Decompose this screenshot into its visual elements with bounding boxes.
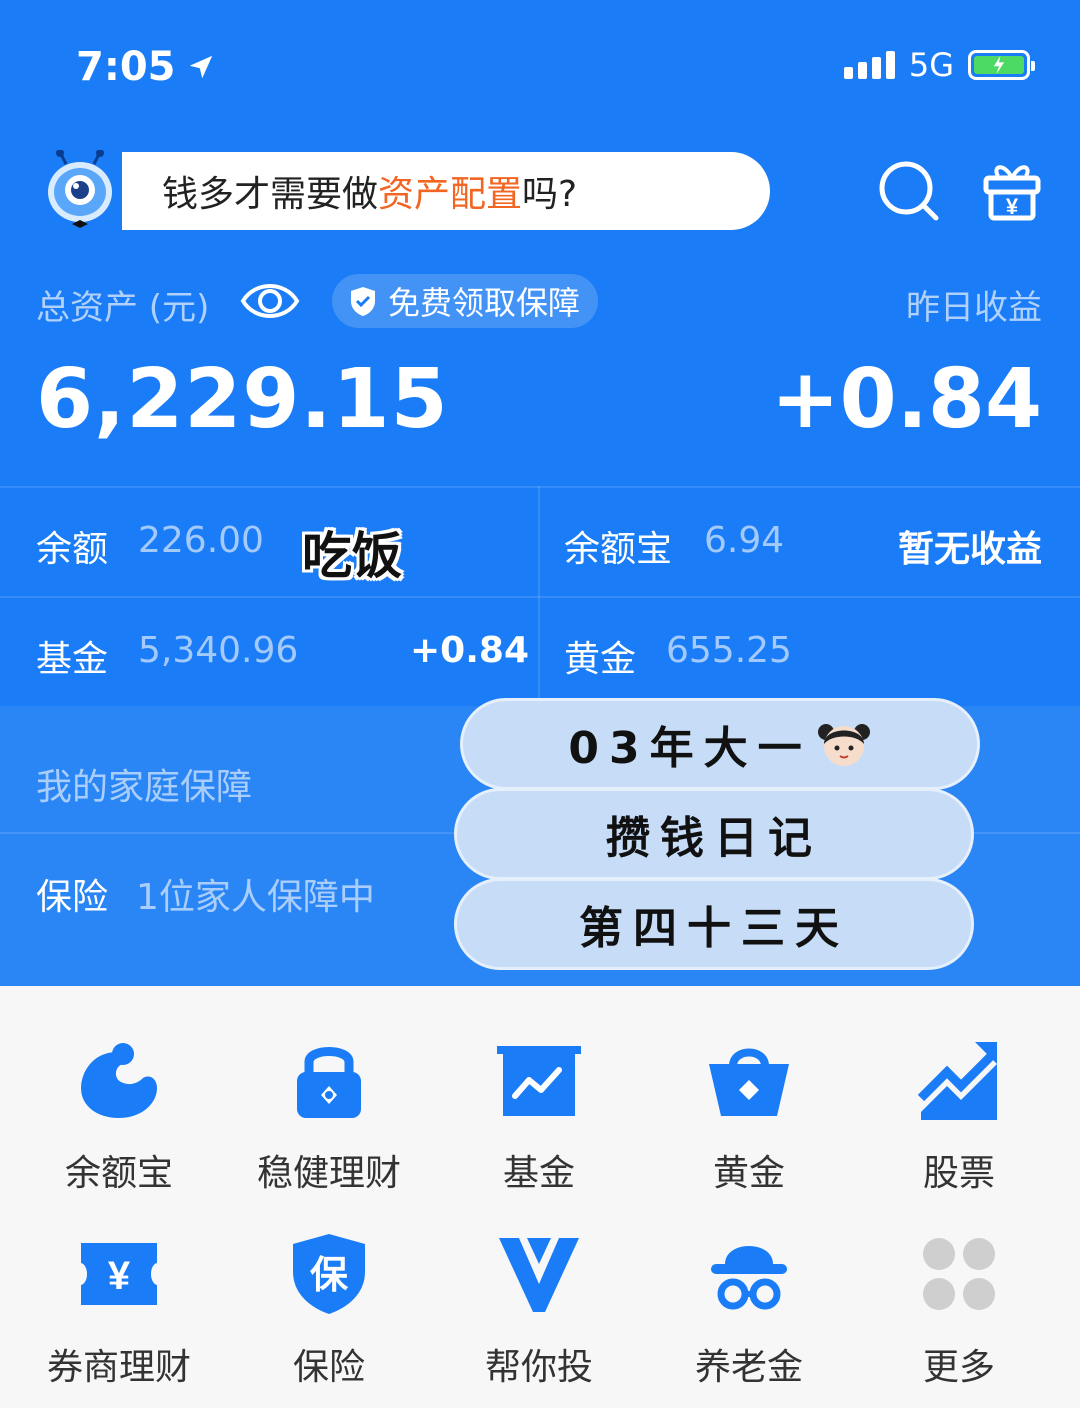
location-arrow-icon xyxy=(189,55,212,79)
total-assets-label: 总资产 (元) xyxy=(36,288,210,328)
balance-label: 余额 xyxy=(36,529,109,570)
search-icon[interactable] xyxy=(876,158,940,222)
status-time: 7:05 xyxy=(76,44,216,90)
shield-check-icon xyxy=(351,287,375,316)
menu-item-more[interactable]: 更多 xyxy=(854,1224,1064,1390)
diary-sticker-line3: 第四十三天 xyxy=(454,878,974,970)
fund-change: +0.84 xyxy=(410,630,529,671)
promo-text-suffix: 吗? xyxy=(522,174,578,215)
gold-value: 655.25 xyxy=(666,630,792,671)
menu-label: 帮你投 xyxy=(484,1347,593,1388)
menu-label: 股票 xyxy=(922,1153,995,1194)
signal-icon xyxy=(843,51,895,79)
divider xyxy=(0,486,1080,488)
balance-value: 226.00 xyxy=(138,520,264,561)
svg-text:¥: ¥ xyxy=(1006,194,1019,219)
menu-label: 余额宝 xyxy=(64,1153,173,1194)
diary-sticker-line2: 攒钱日记 xyxy=(454,788,974,880)
menu-item-broker-finance[interactable]: ¥ 券商理财 xyxy=(14,1224,224,1390)
status-indicators: 5G xyxy=(843,46,1035,84)
promo-banner[interactable]: 钱多才需要做 资产配置 吗? xyxy=(122,152,770,230)
stock-arrow-icon xyxy=(909,1030,1009,1130)
promo-text-prefix: 钱多才需要做 xyxy=(162,174,379,215)
menu-item-fund[interactable]: 基金 xyxy=(434,1030,644,1196)
yesterday-earnings-value: +0.84 xyxy=(770,352,1042,447)
pension-hat-icon xyxy=(699,1224,799,1324)
menu-item-insurance[interactable]: 保 保险 xyxy=(224,1224,434,1390)
menu-item-pension[interactable]: 养老金 xyxy=(644,1224,854,1390)
girl-emoji-icon xyxy=(817,724,870,766)
eat-sticker: 吃饭 xyxy=(302,527,402,585)
free-protection-label: 免费领取保障 xyxy=(388,284,581,322)
help-invest-icon xyxy=(489,1224,589,1324)
svg-text:¥: ¥ xyxy=(108,1254,131,1298)
yesterday-earnings-label: 昨日收益 xyxy=(906,288,1042,328)
total-assets-value: 6,229.15 xyxy=(36,352,449,447)
mascot-avatar-icon[interactable] xyxy=(40,149,120,230)
menu-label: 券商理财 xyxy=(46,1347,191,1388)
menu-item-yuebao[interactable]: 余额宝 xyxy=(14,1030,224,1196)
fund-value: 5,340.96 xyxy=(138,630,299,671)
gold-label: 黄金 xyxy=(564,639,637,680)
fund-label: 基金 xyxy=(36,639,109,680)
yuebao-icon xyxy=(69,1030,169,1130)
voucher-yen-icon: ¥ xyxy=(69,1224,169,1324)
gift-icon[interactable]: ¥ xyxy=(982,158,1046,222)
divider xyxy=(0,596,1080,598)
menu-label: 更多 xyxy=(922,1347,995,1388)
divider xyxy=(538,486,540,706)
fund-chart-icon xyxy=(489,1030,589,1130)
menu-item-stock[interactable]: 股票 xyxy=(854,1030,1064,1196)
eye-icon[interactable] xyxy=(240,276,300,326)
free-protection-pill[interactable]: 免费领取保障 xyxy=(332,274,599,328)
menu-label: 稳健理财 xyxy=(256,1153,401,1194)
menu-label: 保险 xyxy=(292,1347,365,1388)
menu-item-gold[interactable]: 黄金 xyxy=(644,1030,854,1196)
more-grid-icon xyxy=(909,1224,1009,1324)
diary-sticker-line1: 03年大一 xyxy=(460,698,980,790)
svg-text:保: 保 xyxy=(310,1253,349,1297)
menu-label: 养老金 xyxy=(694,1347,803,1388)
diary-line1-text: 03年大一 xyxy=(568,723,812,774)
insurance-shield-icon: 保 xyxy=(279,1224,379,1324)
network-label: 5G xyxy=(908,46,954,84)
insurance-label: 保险 xyxy=(36,877,109,918)
yuebao-label: 余额宝 xyxy=(564,529,673,570)
yuebao-value: 6.94 xyxy=(704,520,785,561)
menu-item-stable-finance[interactable]: 稳健理财 xyxy=(224,1030,434,1196)
gold-basket-icon xyxy=(699,1030,799,1130)
menu-label: 基金 xyxy=(502,1153,575,1194)
insurance-value: 1位家人保障中 xyxy=(136,877,375,918)
menu-label: 黄金 xyxy=(712,1153,785,1194)
menu-item-help-invest[interactable]: 帮你投 xyxy=(434,1224,644,1390)
family-protection-label[interactable]: 我的家庭保障 xyxy=(36,758,252,810)
promo-text-highlight: 资产配置 xyxy=(378,174,523,215)
yuebao-status: 暂无收益 xyxy=(897,529,1042,570)
lock-icon xyxy=(279,1030,379,1130)
battery-icon xyxy=(968,50,1035,80)
